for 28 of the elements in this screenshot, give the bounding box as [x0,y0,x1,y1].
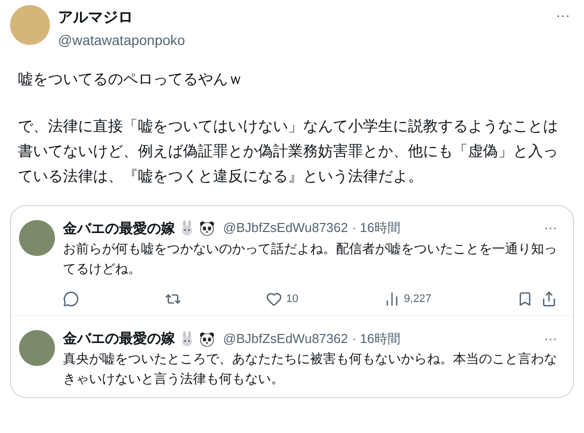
author-name[interactable]: 金バエの最愛の嫁 [63,218,175,238]
like-icon[interactable] [266,290,282,307]
reply-text: 真央が嘘をついたところで、あなたたちに被害も何もないからね。本当のこと言わなきゃいけないと言う法律も何もない。 [63,350,558,388]
reply-icon[interactable] [63,290,79,307]
user-handle[interactable]: @watawataponpoko [58,30,548,50]
avatar[interactable] [19,220,55,256]
share-icon[interactable] [540,290,557,307]
like-count: 10 [286,292,298,306]
view-count: 9,227 [404,292,432,306]
post-text: 嘘をついてるのペロってるやんｗ [18,70,244,90]
more-button[interactable]: ··· [544,328,565,348]
panda-icon [199,330,215,346]
panda-icon [199,220,215,236]
more-button[interactable]: ··· [544,218,565,238]
bookmark-icon[interactable] [516,290,533,307]
avatar[interactable] [19,330,55,366]
author-name[interactable]: アルマジロ [58,7,548,30]
more-button[interactable]: ··· [556,5,574,26]
views-icon[interactable] [384,290,400,307]
author-name[interactable]: 金バエの最愛の嫁 [63,328,175,349]
user-handle[interactable]: @BJbfZsEdWu87362 [223,218,348,238]
post-time[interactable]: · 16時間 [352,218,400,238]
post-time[interactable]: · 16時間 [352,328,400,348]
post-text: で、法律に直接「嘘をついてはいけない」なんて小学生に説教するようなことは書いてないけど、例えば偽証罪とか偽計業務妨害罪とか、他にも「虚偽」と入っている法律は、『嘘をつくと違反になる』という法律だよ。 [18,116,559,186]
rabbit-icon [179,220,195,236]
reply-text: お前らが何も嘘をつかないのかって話だよね。配信者が嘘をついたことを一通り知ってるけどね。 [63,240,558,278]
user-handle[interactable]: @BJbfZsEdWu87362 [223,328,348,348]
rabbit-icon [179,330,195,346]
